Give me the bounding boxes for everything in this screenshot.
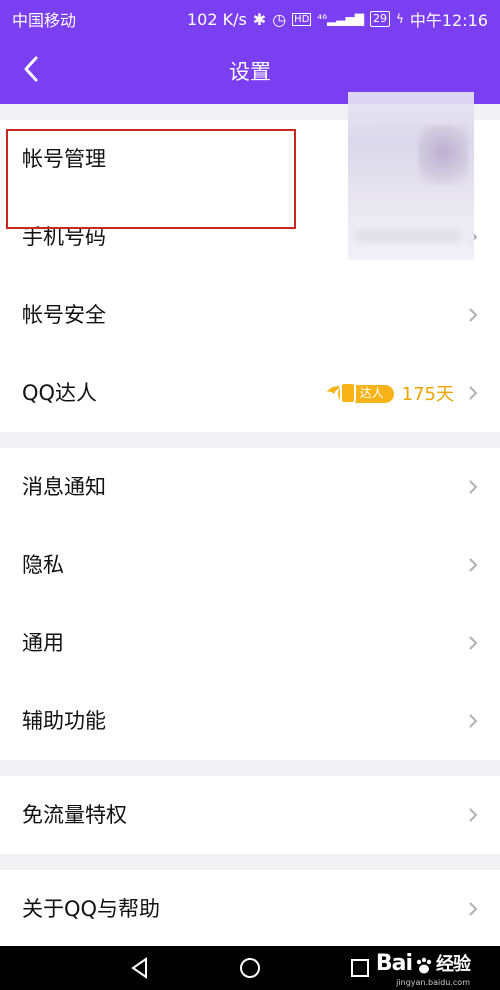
phone-icon	[339, 382, 356, 404]
blurred-phone-value	[354, 230, 462, 242]
daren-days: 175天	[401, 384, 454, 405]
nav-back-icon[interactable]	[128, 956, 152, 980]
blurred-avatar-region	[348, 92, 474, 260]
daren-badge: 达人	[326, 382, 396, 404]
baidu-watermark: Bai 经验 jingyan.baidu.com	[375, 950, 471, 987]
highlight-annotation	[6, 129, 296, 229]
row-accessibility[interactable]: 辅助功能	[0, 682, 500, 760]
chevron-right-icon	[469, 808, 478, 822]
chevron-right-icon	[469, 558, 478, 572]
row-label: 免流量特权	[22, 803, 127, 827]
settings-group-about: 关于QQ与帮助	[0, 870, 500, 946]
row-label: 隐私	[22, 553, 64, 577]
signal-icon: ⁴⁶▂▃▅▇	[317, 12, 364, 26]
chevron-right-icon	[469, 636, 478, 650]
chevron-right-icon	[469, 714, 478, 728]
alarm-icon: ◷	[272, 9, 287, 29]
row-label: 消息通知	[22, 475, 106, 499]
settings-group-data: 免流量特权	[0, 776, 500, 854]
watermark-brand-suffix: 经验	[436, 954, 471, 975]
page-title: 设置	[229, 60, 271, 84]
row-about-help[interactable]: 关于QQ与帮助	[0, 870, 500, 948]
chevron-right-icon	[469, 480, 478, 494]
settings-group-general: 消息通知 隐私 通用 辅助功能	[0, 448, 500, 760]
status-right: 102 K/s ✱ ◷ HD ⁴⁶▂▃▅▇ 29 ϟ 中午12:16	[187, 7, 488, 31]
row-label: 关于QQ与帮助	[22, 897, 161, 921]
nav-recents-icon[interactable]	[348, 956, 372, 980]
carrier-label: 中国移动	[12, 11, 77, 30]
daren-info: 达人 175天	[326, 380, 454, 406]
status-bar: 中国移动 102 K/s ✱ ◷ HD ⁴⁶▂▃▅▇ 29 ϟ 中午12:16	[0, 0, 500, 34]
watermark-brand: Bai	[375, 951, 413, 976]
watermark-url: jingyan.baidu.com	[396, 978, 470, 987]
chevron-right-icon	[469, 308, 478, 322]
row-notifications[interactable]: 消息通知	[0, 448, 500, 526]
nav-home-icon[interactable]	[238, 956, 262, 980]
avatar[interactable]	[418, 125, 468, 185]
row-account-security[interactable]: 帐号安全	[0, 276, 500, 354]
hd-icon: HD	[292, 12, 312, 26]
chevron-right-icon	[469, 902, 478, 916]
row-label: QQ达人	[22, 381, 98, 405]
row-privacy[interactable]: 隐私	[0, 526, 500, 604]
paw-icon	[416, 957, 432, 974]
network-speed: 102 K/s	[186, 9, 247, 29]
charging-icon: ϟ	[395, 12, 404, 26]
row-label: 帐号安全	[22, 303, 106, 327]
chevron-right-icon	[469, 386, 478, 400]
clock: 中午12:16	[409, 11, 488, 30]
row-label: 通用	[22, 631, 64, 655]
daren-badge-label: 达人	[359, 386, 384, 400]
row-free-data[interactable]: 免流量特权	[0, 776, 500, 854]
battery-icon: 29	[369, 11, 390, 27]
row-label: 辅助功能	[22, 709, 106, 733]
bluetooth-icon: ✱	[252, 9, 267, 29]
row-general[interactable]: 通用	[0, 604, 500, 682]
row-qq-daren[interactable]: QQ达人 达人 175天	[0, 354, 500, 432]
